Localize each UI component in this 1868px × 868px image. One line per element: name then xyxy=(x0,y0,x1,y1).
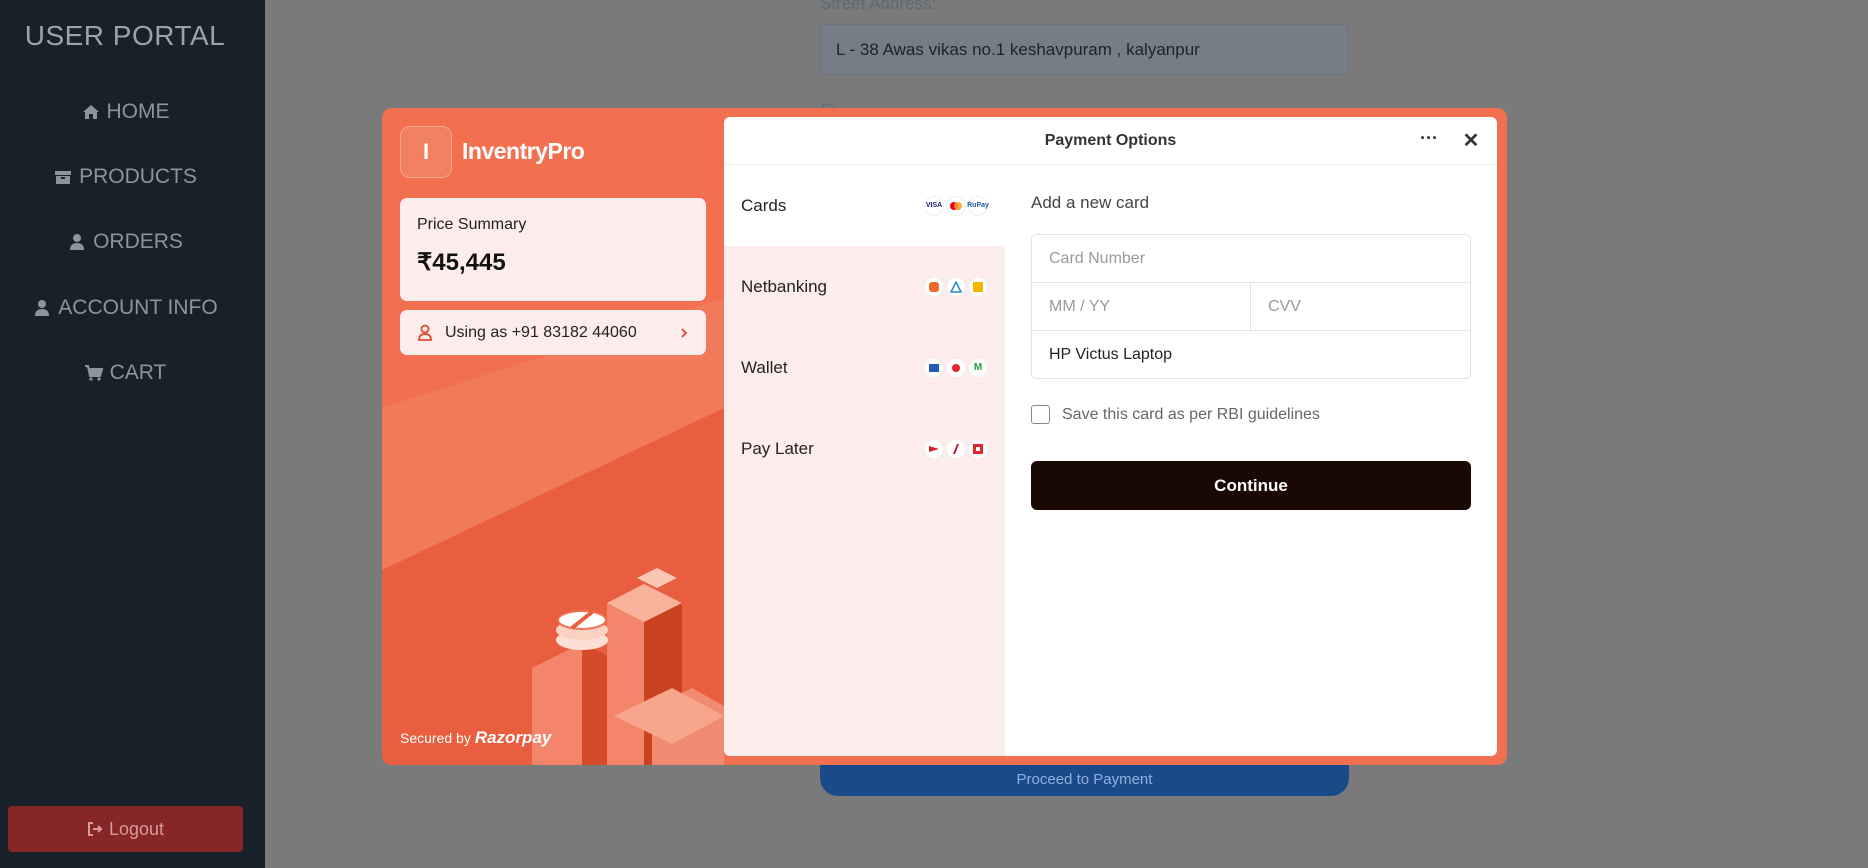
logout-icon xyxy=(87,822,103,836)
card-number-input[interactable] xyxy=(1032,235,1470,282)
user-icon xyxy=(418,324,432,341)
visa-icon: VISA xyxy=(924,195,944,216)
box-icon xyxy=(55,171,72,184)
save-card-checkbox[interactable] xyxy=(1031,405,1050,424)
paylater-icon xyxy=(946,438,966,459)
panel-title: Payment Options xyxy=(1044,131,1177,149)
logout-label: Logout xyxy=(108,818,165,839)
method-wallet-label: Wallet xyxy=(741,357,788,377)
nav-cart[interactable]: CART xyxy=(0,361,250,385)
paylater-icon xyxy=(924,438,944,459)
logout-button[interactable]: Logout xyxy=(8,806,243,852)
payment-modal: I InventryPro Price Summary ₹45,445 Usin… xyxy=(382,108,1507,765)
method-cards-label: Cards xyxy=(741,195,787,215)
nav-account-info-label: ACCOUNT INFO xyxy=(58,296,218,319)
payment-methods-list: Cards VISA RuPay Netbanking Wallet M Pay… xyxy=(724,165,1005,756)
portal-brand: USER PORTAL xyxy=(24,20,226,51)
panel-header: Payment Options ··· ✕ xyxy=(724,117,1497,165)
method-wallet-icons: M xyxy=(924,357,988,378)
secured-by-label: Secured by xyxy=(400,730,471,746)
method-netbanking-icons xyxy=(924,276,988,297)
sidebar: USER PORTAL HOME PRODUCTS ORDERS ACCOUNT… xyxy=(0,0,265,868)
nav-cart-label: CART xyxy=(109,361,167,384)
user-contact-text: Using as +91 83182 44060 xyxy=(445,323,637,341)
method-wallet[interactable]: Wallet M xyxy=(724,327,1005,408)
rupay-icon: RuPay xyxy=(967,195,989,216)
save-card-option[interactable]: Save this card as per RBI guidelines xyxy=(1031,405,1320,424)
razorpay-logo: Razorpay xyxy=(474,728,552,747)
close-icon[interactable]: ✕ xyxy=(1459,129,1483,153)
bank-icon xyxy=(924,276,944,297)
method-pay-later[interactable]: Pay Later xyxy=(724,408,1005,489)
street-address-field: L - 38 Awas vikas no.1 keshavpuram , kal… xyxy=(820,24,1349,75)
method-netbanking-label: Netbanking xyxy=(741,276,828,296)
cart-icon xyxy=(84,365,103,381)
nav-products[interactable]: PRODUCTS xyxy=(0,165,250,189)
add-card-title: Add a new card xyxy=(1031,193,1150,212)
street-address-label: Street Address: xyxy=(820,0,937,13)
method-pay-later-icons xyxy=(924,438,988,459)
paylater-icon xyxy=(968,438,988,459)
expiry-input[interactable] xyxy=(1032,283,1250,330)
nav-home-label: HOME xyxy=(106,100,170,123)
wallet-icon: M xyxy=(968,357,988,378)
user-icon xyxy=(70,234,85,250)
save-card-label: Save this card as per RBI guidelines xyxy=(1062,405,1320,423)
method-cards[interactable]: Cards VISA RuPay xyxy=(724,165,1005,246)
user-icon xyxy=(35,300,50,316)
user-contact-button[interactable]: Using as +91 83182 44060 xyxy=(400,310,706,355)
price-summary-card: Price Summary ₹45,445 xyxy=(400,198,706,301)
merchant-logo: I xyxy=(400,126,452,178)
secured-by: Secured by Razorpay xyxy=(400,728,551,748)
nav-account-info[interactable]: ACCOUNT INFO xyxy=(0,296,250,320)
price-summary-label: Price Summary xyxy=(417,216,527,233)
nav-orders[interactable]: ORDERS xyxy=(0,230,250,254)
method-netbanking[interactable]: Netbanking xyxy=(724,246,1005,327)
wallet-icon xyxy=(924,357,944,378)
nav-home[interactable]: HOME xyxy=(0,100,250,124)
payment-options-panel: Payment Options ··· ✕ Cards VISA RuPay N… xyxy=(724,117,1497,756)
card-holder-name-input[interactable] xyxy=(1032,331,1470,379)
mastercard-icon xyxy=(946,195,966,216)
bank-icon xyxy=(946,276,966,297)
merchant-name: InventryPro xyxy=(462,138,585,164)
home-icon xyxy=(82,105,99,119)
continue-button[interactable]: Continue xyxy=(1031,461,1471,510)
bank-icon xyxy=(968,276,988,297)
nav-orders-label: ORDERS xyxy=(93,230,183,253)
wallet-icon xyxy=(946,357,966,378)
chevron-right-icon xyxy=(681,327,688,338)
method-pay-later-label: Pay Later xyxy=(741,438,814,458)
nav-products-label: PRODUCTS xyxy=(79,165,197,188)
card-input-group xyxy=(1031,234,1471,379)
method-cards-icons: VISA RuPay xyxy=(924,195,989,216)
more-options-icon[interactable]: ··· xyxy=(1417,129,1441,151)
cvv-input[interactable] xyxy=(1251,283,1470,330)
price-amount: ₹45,445 xyxy=(417,249,506,276)
